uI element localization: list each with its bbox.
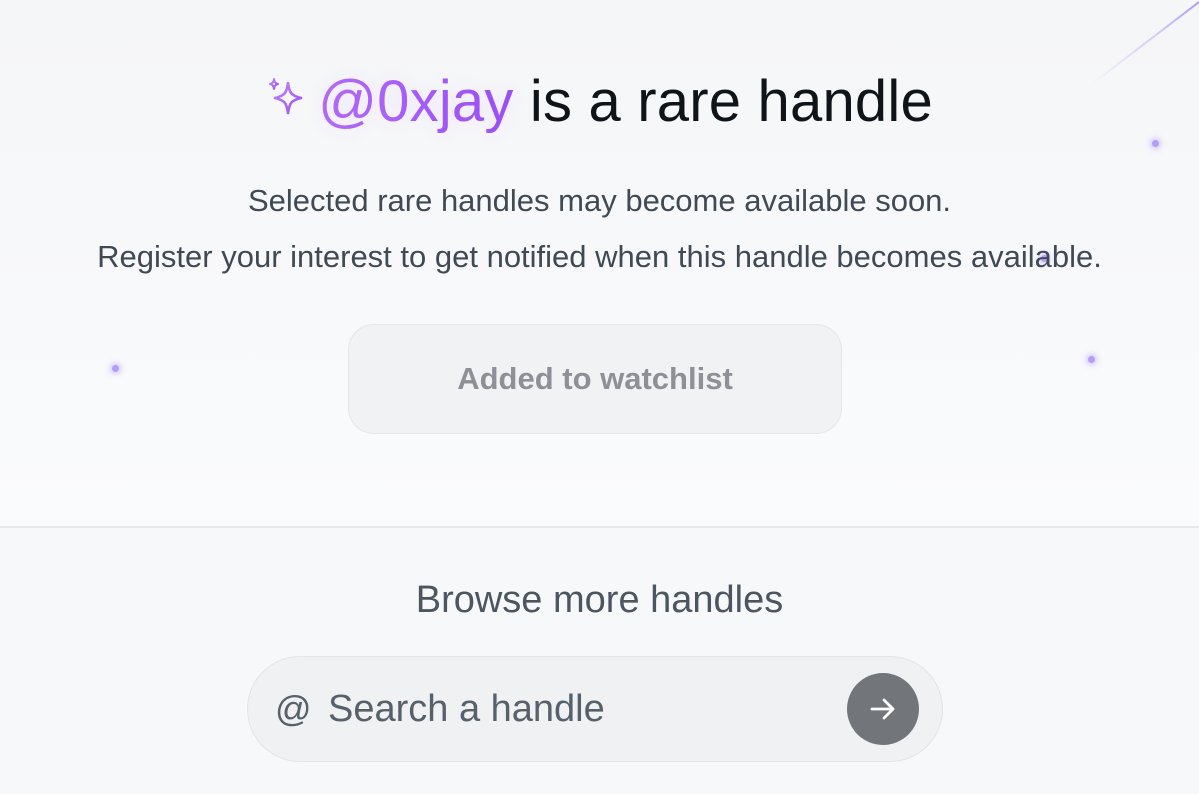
added-to-watchlist-button[interactable]: Added to watchlist — [348, 324, 842, 434]
decorative-dot — [1088, 356, 1095, 363]
sparkle-icon — [269, 77, 303, 114]
description-line-2: Register your interest to get notified w… — [97, 239, 1102, 274]
handle-search-box[interactable]: @ — [247, 656, 943, 762]
rare-handle-page: @0xjay is a rare handle Selected rare ha… — [0, 0, 1199, 794]
search-submit-button[interactable] — [847, 673, 919, 745]
title-suffix: is a rare handle — [529, 69, 933, 134]
arrow-right-icon — [870, 698, 895, 720]
page-title: @0xjay is a rare handle — [0, 62, 1199, 142]
at-prefix: @ — [275, 688, 312, 729]
handle-name: @0xjay — [318, 69, 514, 134]
watchlist-button-label: Added to watchlist — [457, 361, 733, 396]
browse-title: Browse more handles — [415, 579, 784, 621]
decorative-dot — [112, 365, 119, 372]
description-line-1: Selected rare handles may become availab… — [247, 183, 952, 218]
handle-search-input[interactable] — [328, 682, 828, 736]
rare-handle-hero: @0xjay is a rare handle Selected rare ha… — [0, 0, 1199, 526]
